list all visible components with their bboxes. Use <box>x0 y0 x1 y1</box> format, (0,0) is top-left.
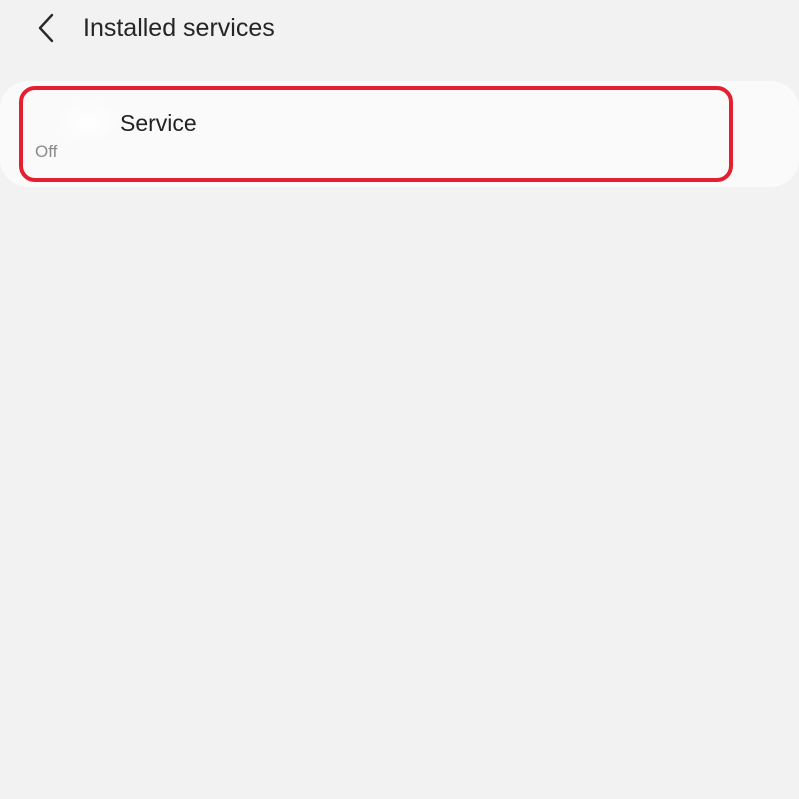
header: Installed services <box>0 0 799 60</box>
back-button[interactable] <box>26 8 66 48</box>
service-status: Off <box>35 142 58 161</box>
page-title: Installed services <box>83 14 275 42</box>
app-icon <box>56 98 120 146</box>
service-name: Service <box>120 110 197 136</box>
chevron-left-icon <box>38 13 54 43</box>
